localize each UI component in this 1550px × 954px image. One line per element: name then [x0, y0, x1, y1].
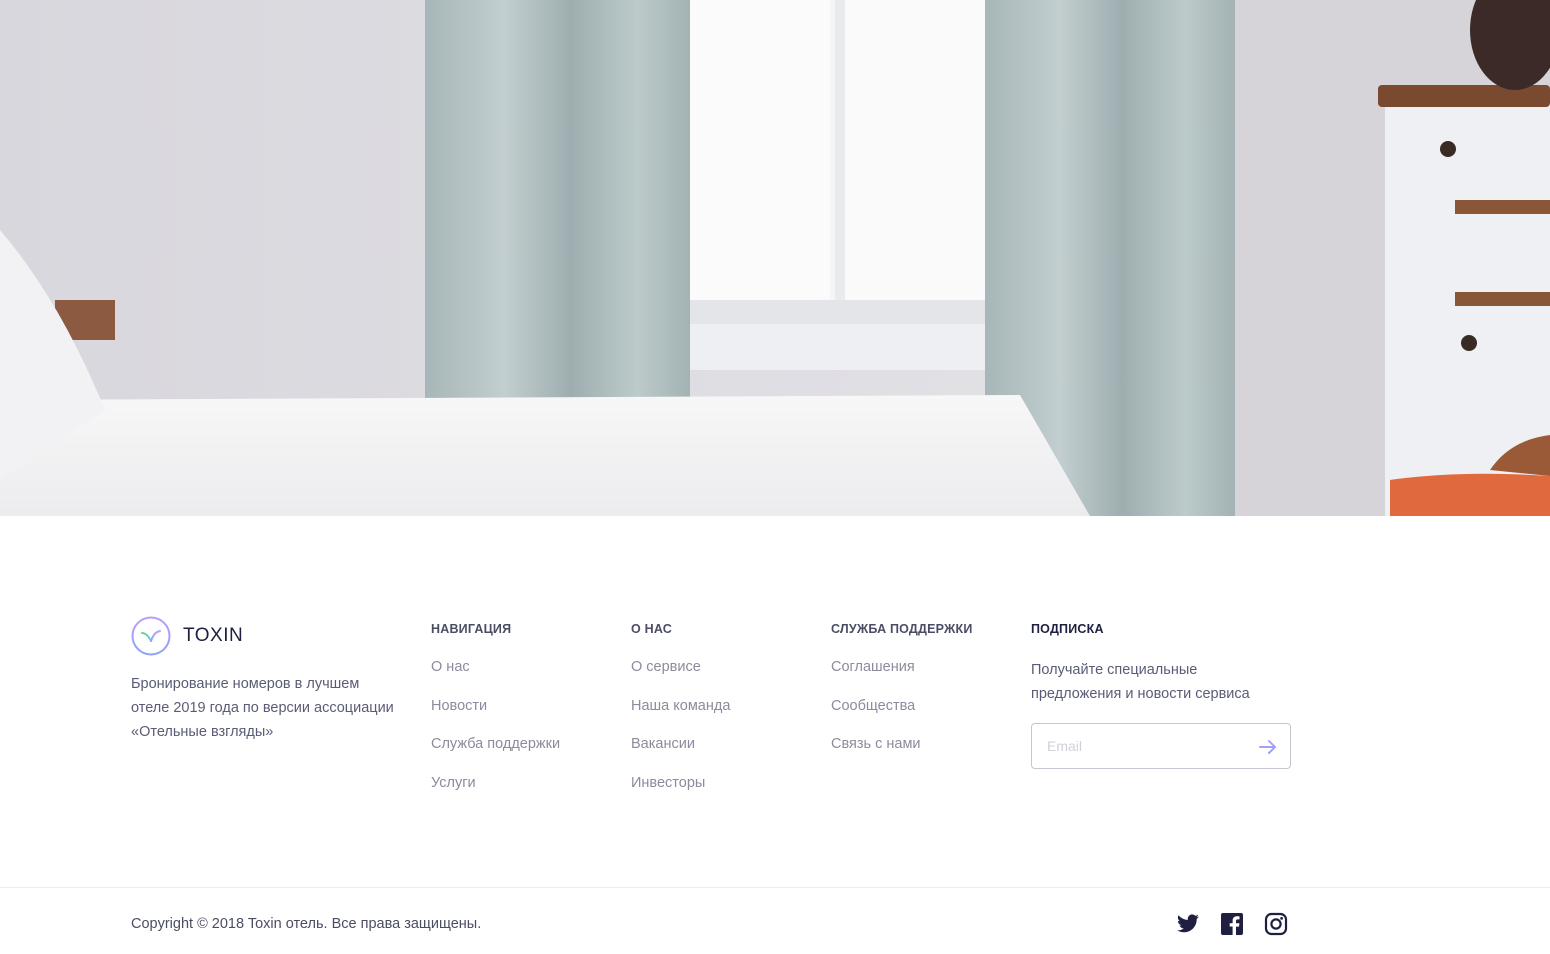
column-title: о нас — [631, 622, 672, 636]
instagram-link[interactable] — [1264, 912, 1288, 936]
footer-column-about: о нас О сервисе Наша команда Вакансии Ин… — [631, 620, 730, 812]
footer-column-support: служба поддержки Соглашения Сообщества С… — [831, 620, 973, 774]
facebook-icon — [1221, 913, 1243, 935]
footer-column-subscribe: подписка Получайте специальные предложен… — [1031, 620, 1291, 769]
footer-link-agreements[interactable]: Соглашения — [831, 659, 915, 675]
footer-link-news[interactable]: Новости — [431, 698, 487, 714]
footer: TOXIN Бронирование номеров в лучшем отел… — [0, 516, 1550, 954]
brand-name: TOXIN — [183, 625, 244, 646]
social-links — [1176, 912, 1288, 936]
column-title: навигация — [431, 622, 512, 636]
instagram-icon — [1264, 912, 1288, 936]
footer-divider — [0, 887, 1550, 888]
footer-link-team[interactable]: Наша команда — [631, 698, 730, 714]
footer-link-support[interactable]: Служба поддержки — [431, 736, 560, 752]
subscribe-submit-button[interactable] — [1256, 735, 1280, 759]
email-input[interactable] — [1032, 724, 1242, 768]
subscribe-form — [1031, 723, 1291, 769]
bedroom-photo — [0, 0, 1550, 516]
brand-description: Бронирование номеров в лучшем отеле 2019… — [131, 676, 394, 740]
twitter-icon — [1177, 914, 1199, 933]
footer-link-vacancies[interactable]: Вакансии — [631, 736, 695, 752]
arrow-right-icon — [1259, 740, 1276, 754]
footer-link-investors[interactable]: Инвесторы — [631, 775, 705, 791]
toxin-logo-icon — [131, 616, 171, 656]
twitter-link[interactable] — [1176, 912, 1200, 936]
footer-link-about-service[interactable]: О сервисе — [631, 659, 701, 675]
facebook-link[interactable] — [1220, 912, 1244, 936]
column-title: служба поддержки — [831, 622, 973, 636]
subscribe-text: Получайте специальные предложения и ново… — [1031, 662, 1250, 702]
footer-link-about[interactable]: О нас — [431, 659, 470, 675]
copyright-text: Copyright © 2018 Toxin отель. Все права … — [131, 916, 482, 932]
footer-link-communities[interactable]: Сообщества — [831, 698, 915, 714]
logo[interactable]: TOXIN — [131, 616, 243, 656]
hero-image — [0, 0, 1550, 516]
subscribe-title: подписка — [1031, 622, 1104, 636]
footer-link-contact[interactable]: Связь с нами — [831, 736, 921, 752]
footer-column-navigation: навигация О нас Новости Служба поддержки… — [431, 620, 560, 812]
footer-link-services[interactable]: Услуги — [431, 775, 476, 791]
